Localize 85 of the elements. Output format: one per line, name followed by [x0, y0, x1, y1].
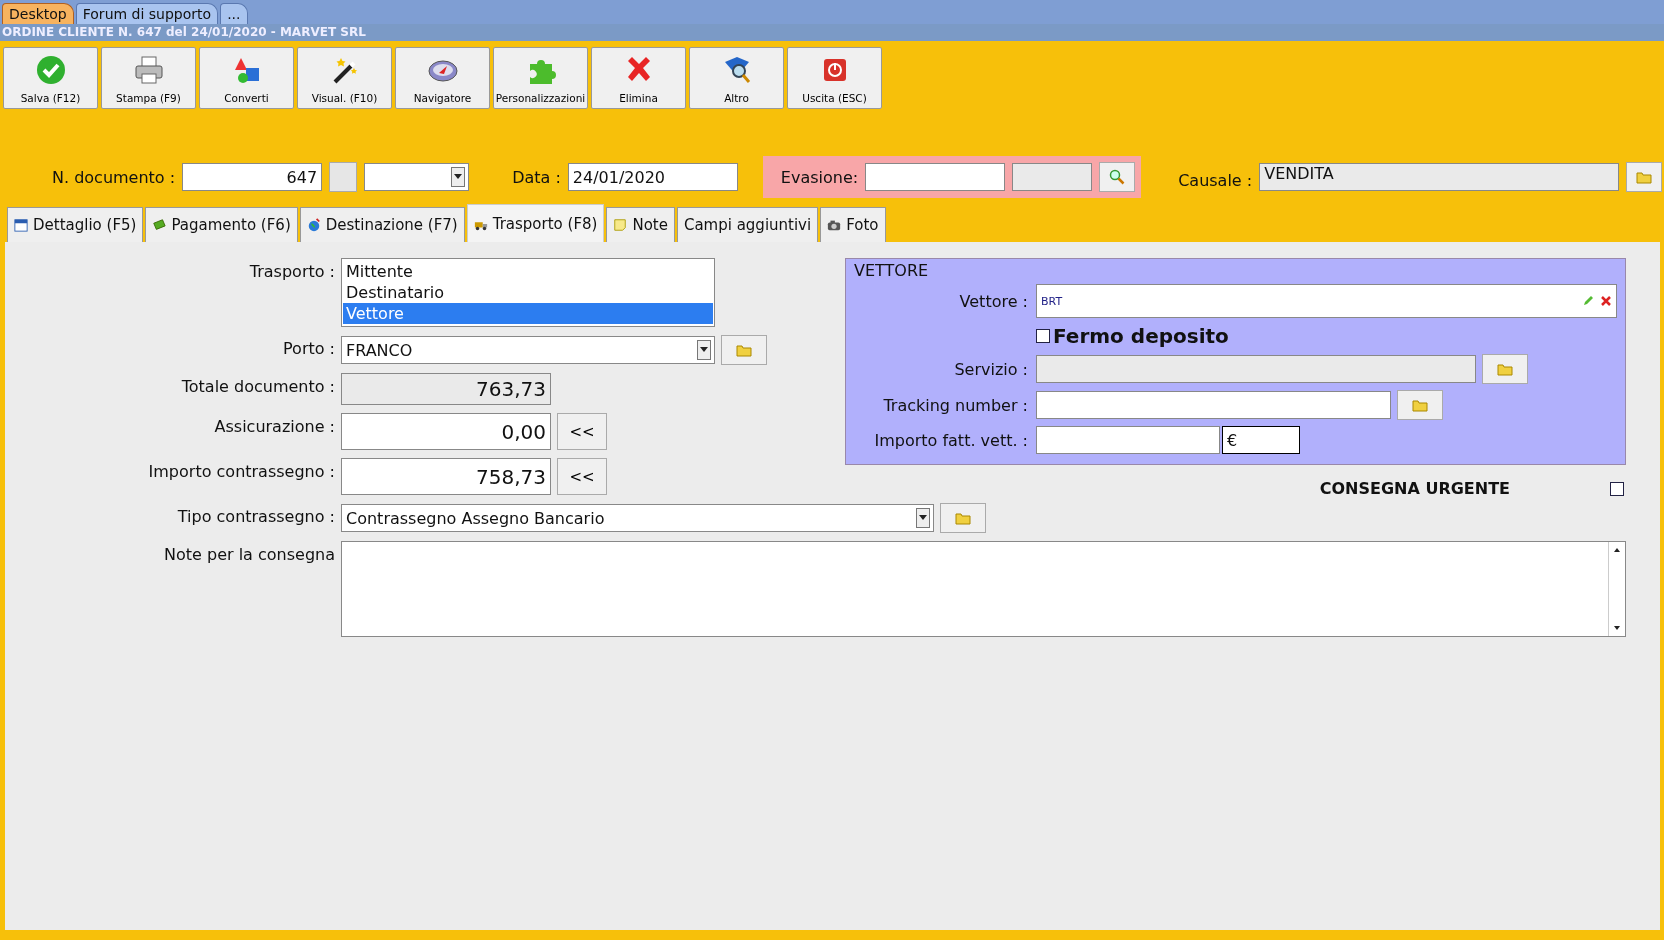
window-title: ORDINE CLIENTE N. 647 del 24/01/2020 - MARVET SRL — [2, 25, 366, 39]
field-label: Totale documento : — [180, 376, 335, 398]
globe-icon — [306, 218, 321, 232]
toolbar-button[interactable]: Salva (F12) — [3, 47, 98, 109]
banknote-icon — [152, 218, 167, 232]
porto-dropdown[interactable]: FRANCO — [341, 336, 715, 364]
checkbox-label: Fermo deposito — [1053, 324, 1229, 348]
folder-icon — [1497, 362, 1513, 376]
field-label: Vettore : — [958, 291, 1028, 311]
search-icon — [1109, 169, 1126, 185]
calendar-icon — [14, 218, 28, 232]
field-label: Causale : — [1178, 170, 1253, 190]
document-number-field[interactable]: 647 — [182, 163, 323, 191]
tab[interactable]: Foto — [820, 207, 886, 242]
evasione-secondary-field[interactable] — [1012, 163, 1093, 191]
toolbar-button[interactable]: Elimina — [591, 47, 686, 109]
total-field[interactable]: 763,73 — [341, 373, 551, 405]
currency-field[interactable]: € — [1222, 426, 1300, 454]
date-field[interactable]: 24/01/2020 — [567, 163, 738, 191]
cod-type-dropdown[interactable]: Contrassegno Assegno Bancario — [341, 504, 934, 532]
field-label: Servizio : — [953, 359, 1028, 379]
evasione-field[interactable] — [865, 163, 1006, 191]
folder-icon — [736, 343, 752, 357]
list-option[interactable]: Destinatario — [343, 282, 713, 303]
printer-icon — [132, 54, 165, 86]
app-tab[interactable]: Desktop — [2, 3, 74, 24]
toolbar-button[interactable]: Visual. (F10) — [297, 47, 392, 109]
toolbar-button[interactable]: Personalizzazioni — [493, 47, 588, 109]
toolbar-button[interactable]: Converti — [199, 47, 294, 109]
field-label: Porto : — [282, 338, 335, 360]
field-label: Data : — [512, 167, 561, 187]
field-label: N. documento : — [52, 167, 176, 187]
panel-title: VETTORE — [854, 261, 929, 280]
tab[interactable]: Dettaglio (F5) — [7, 207, 144, 242]
search-button[interactable] — [1099, 162, 1136, 192]
causale-field[interactable]: VENDITA — [1259, 163, 1619, 191]
carrier-amount-field[interactable] — [1036, 426, 1220, 454]
list-option[interactable]: Vettore — [343, 303, 713, 324]
tab[interactable]: Pagamento (F6) — [145, 207, 298, 242]
carrier-field[interactable]: BRT — [1036, 284, 1617, 318]
close-icon[interactable] — [1600, 295, 1612, 307]
app-tab[interactable]: ... — [220, 3, 248, 24]
folder-icon — [1636, 170, 1652, 184]
folder-button[interactable] — [721, 335, 767, 365]
list-option[interactable]: Mittente — [343, 261, 713, 282]
field-label: Note per la consegna — [163, 544, 335, 566]
series-dropdown[interactable] — [364, 163, 470, 191]
tab[interactable]: Note — [606, 207, 675, 242]
app-tab[interactable]: Forum di supporto — [75, 3, 219, 24]
folder-icon — [1412, 398, 1428, 412]
field-label: Assicurazione : — [213, 416, 335, 438]
folder-button[interactable] — [1397, 390, 1443, 420]
insurance-field[interactable]: 0,00 — [341, 413, 551, 450]
transport-listbox[interactable]: Mittente Destinatario Vettore — [341, 258, 715, 327]
field-label: Importo fatt. vett. : — [873, 430, 1028, 450]
toolbar-button[interactable]: Stampa (F9) — [101, 47, 196, 109]
field-label: Tipo contrassegno : — [176, 506, 335, 528]
copy-value-button[interactable]: << — [557, 413, 607, 450]
field-label: Trasporto : — [248, 261, 335, 283]
service-field[interactable] — [1036, 355, 1476, 383]
field-label: Evasione: — [780, 167, 859, 187]
camera-icon — [827, 218, 842, 232]
folder-button[interactable] — [1482, 354, 1528, 384]
checkbox[interactable] — [1036, 329, 1050, 343]
carrier-value: BRT — [1041, 294, 1064, 308]
check-icon — [34, 54, 67, 86]
toolbar-button[interactable]: Uscita (ESC) — [787, 47, 882, 109]
cod-amount-field[interactable]: 758,73 — [341, 458, 551, 495]
field-label: Tracking number : — [882, 395, 1028, 415]
toolbar-button[interactable]: Navigatore — [395, 47, 490, 109]
toolbar-button[interactable]: Altro — [689, 47, 784, 109]
folder-button[interactable] — [1626, 162, 1662, 192]
small-button[interactable] — [329, 162, 358, 192]
copy-value-button[interactable]: << — [557, 458, 607, 495]
folder-icon — [955, 511, 971, 525]
tab[interactable]: Campi aggiuntivi — [676, 207, 819, 242]
field-label: Importo contrassegno : — [147, 461, 335, 483]
checkbox-label: CONSEGNA URGENTE — [1319, 479, 1510, 498]
tab[interactable]: Destinazione (F7) — [299, 207, 465, 242]
note-icon — [613, 218, 628, 232]
tab[interactable]: Trasporto (F8) — [466, 204, 605, 242]
tracking-number-field[interactable] — [1036, 391, 1391, 419]
folder-button[interactable] — [940, 503, 986, 533]
checkbox[interactable] — [1610, 481, 1624, 496]
pencil-icon[interactable] — [1582, 295, 1594, 307]
